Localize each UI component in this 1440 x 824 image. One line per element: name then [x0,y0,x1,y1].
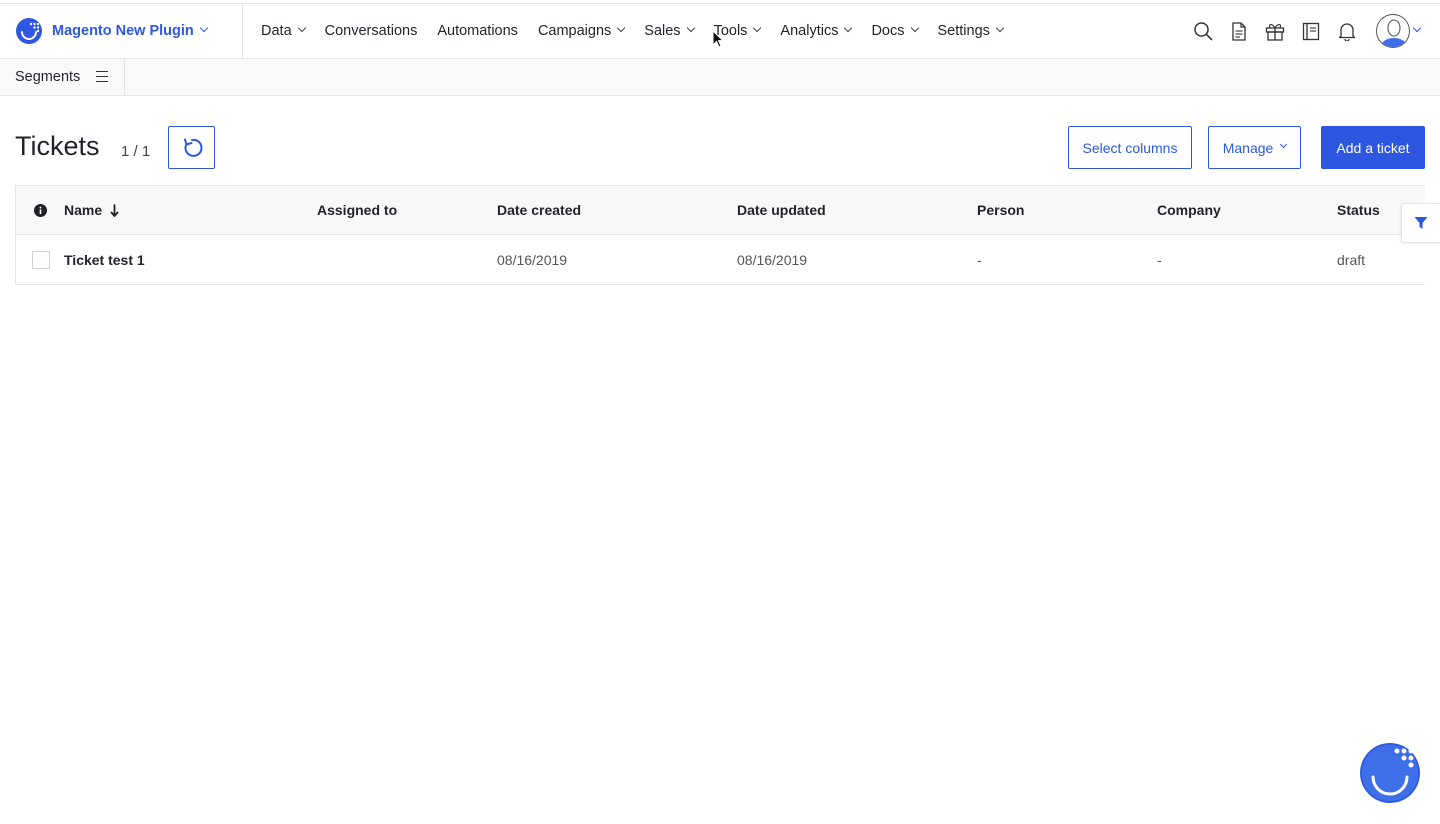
nav-item-label: Campaigns [537,23,612,39]
segments-toggle[interactable]: Segments [0,59,125,95]
sort-descending-icon [110,204,119,217]
column-header-label: Name [64,202,103,218]
select-columns-button[interactable]: Select columns [1068,126,1192,169]
info-icon[interactable] [34,186,47,234]
table-header: Name Assigned to Date created Date updat… [16,186,1425,235]
nav-item-label: Tools [713,23,748,39]
nav-item-label: Automations [437,23,518,39]
bell-icon[interactable] [1336,20,1358,42]
nav-item-analytics[interactable]: Analytics [780,23,853,39]
ticket-date-created: 08/16/2019 [497,251,568,268]
nav-item-docs[interactable]: Docs [871,23,919,39]
refresh-button[interactable] [168,126,215,169]
gift-icon[interactable] [1264,20,1286,42]
chevron-down-icon [753,23,762,33]
main-nav: Data Conversations Automations Campaigns… [243,4,1023,58]
nav-item-sales[interactable]: Sales [644,23,695,39]
top-icon-group [1178,4,1422,58]
top-navigation-bar: Magento New Plugin Data Conversations Au… [0,3,1440,59]
segments-bar: Segments [0,59,1440,96]
chevron-down-icon [297,23,306,33]
workspace-switcher[interactable]: Magento New Plugin [0,4,243,58]
user-silhouette-icon [1380,19,1408,47]
filter-icon [1414,217,1428,229]
column-header-date-created[interactable]: Date created [497,186,581,234]
nav-item-label: Sales [644,23,681,39]
page-title: Tickets [15,131,100,161]
refresh-icon [183,138,202,157]
book-icon[interactable] [1300,20,1322,42]
column-header-date-updated[interactable]: Date updated [737,186,826,234]
nav-item-label: Settings [937,23,990,39]
nav-item-data[interactable]: Data [261,23,306,39]
chevron-down-icon [844,23,853,33]
column-header-assigned-to[interactable]: Assigned to [317,186,397,234]
record-count: 1 / 1 [121,143,151,160]
nav-item-label: Analytics [780,23,839,39]
tickets-table: Name Assigned to Date created Date updat… [15,185,1425,285]
nav-item-campaigns[interactable]: Campaigns [537,23,626,39]
hamburger-menu-icon [96,71,108,82]
chevron-down-icon[interactable] [1412,23,1422,33]
chevron-down-icon [995,23,1005,33]
nav-item-label: Conversations [324,23,418,39]
segments-label: Segments [15,69,81,85]
user-avatar[interactable] [1376,14,1410,48]
nav-item-settings[interactable]: Settings [937,23,1005,39]
chat-widget-icon [1360,743,1420,803]
column-header-person[interactable]: Person [977,186,1024,234]
filter-panel-toggle[interactable] [1401,203,1440,243]
chat-widget-button[interactable] [1360,743,1420,803]
document-icon[interactable] [1228,20,1250,42]
ticket-name[interactable]: Ticket test 1 [64,235,145,284]
ticket-person: - [977,251,982,268]
ticket-status: draft [1337,251,1366,268]
ticket-date-updated: 08/16/2019 [737,251,808,268]
workspace-name: Magento New Plugin [52,23,194,39]
nav-item-conversations[interactable]: Conversations [325,23,418,39]
chevron-down-icon [686,23,695,33]
nav-item-tools[interactable]: Tools [713,23,762,39]
column-header-company[interactable]: Company [1157,186,1221,234]
nav-item-label: Data [261,23,292,39]
column-header-name[interactable]: Name [64,186,119,234]
nav-item-label: Docs [871,23,905,39]
manage-label: Manage [1222,139,1274,156]
ticket-company: - [1157,251,1162,268]
column-header-status[interactable]: Status [1337,186,1380,234]
chevron-down-icon [910,23,919,33]
search-icon[interactable] [1192,20,1214,42]
chevron-down-icon [617,23,626,33]
row-checkbox[interactable] [32,251,50,269]
manage-button[interactable]: Manage [1208,126,1301,169]
add-ticket-button[interactable]: Add a ticket [1321,126,1425,169]
brand-logo-icon [16,18,42,44]
table-row[interactable]: Ticket test 1 08/16/2019 08/16/2019 - - … [16,235,1425,285]
chevron-down-icon [199,23,209,33]
nav-item-automations[interactable]: Automations [437,23,518,39]
chevron-down-icon [1280,140,1288,149]
